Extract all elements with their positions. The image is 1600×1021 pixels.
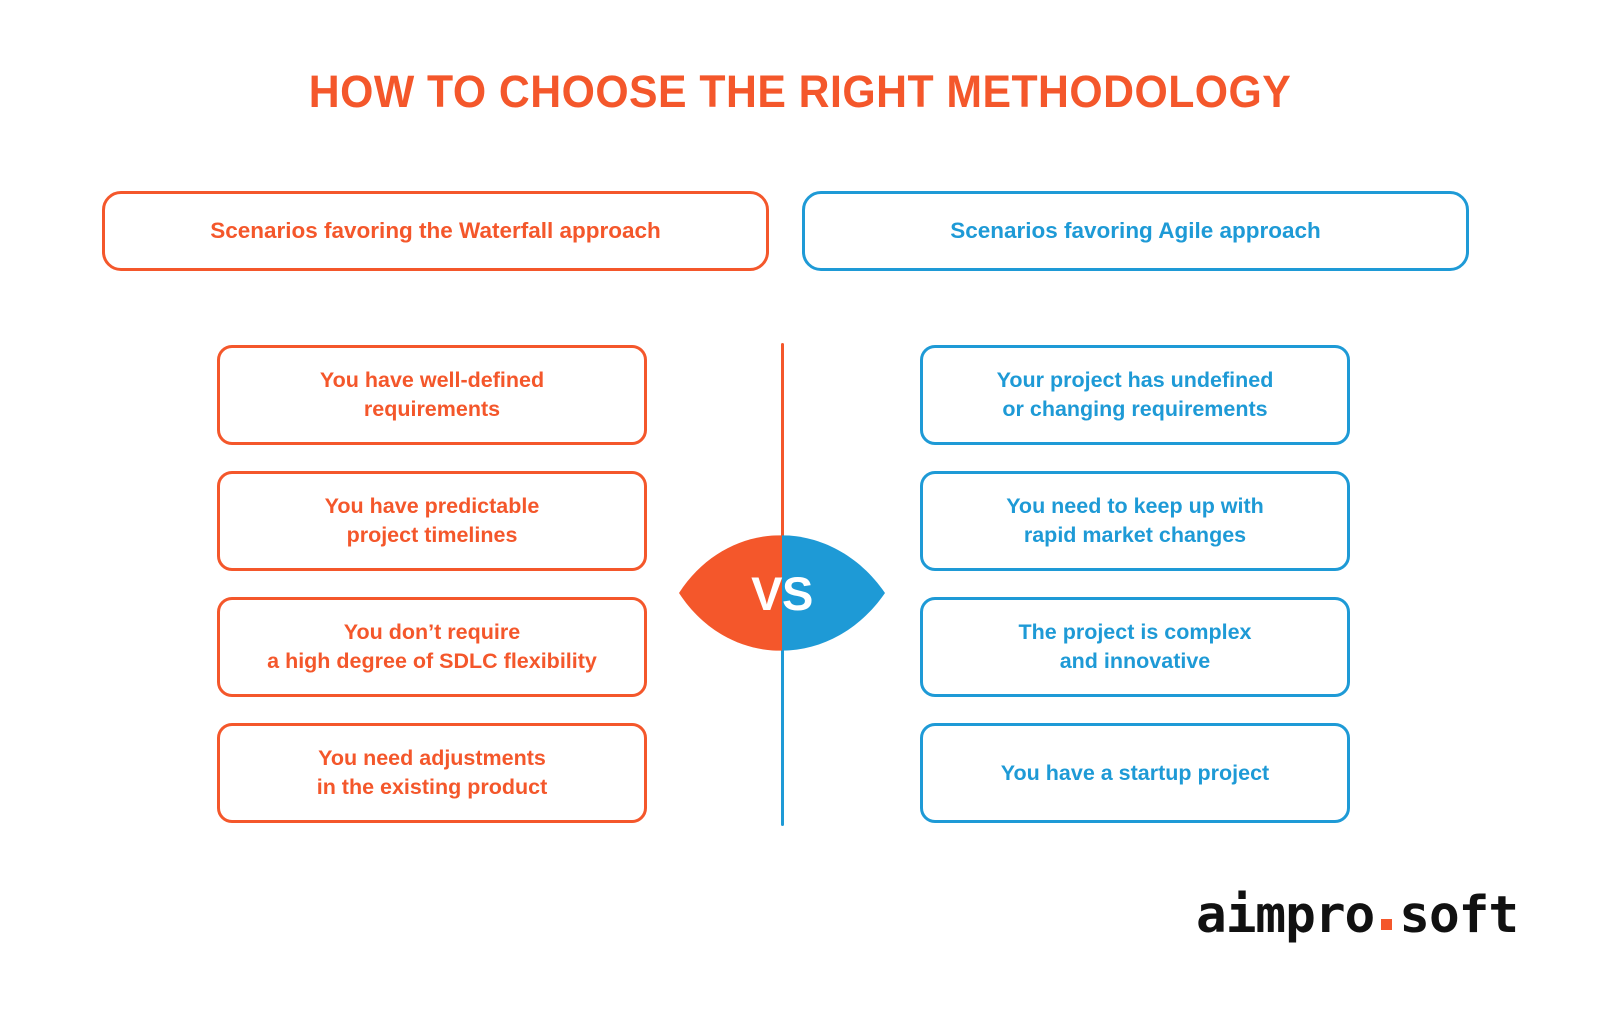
logo-text-second: soft [1399, 886, 1519, 945]
waterfall-card: You don’t require a high degree of SDLC … [217, 597, 647, 697]
column-header-agile-label: Scenarios favoring Agile approach [950, 218, 1321, 243]
logo-text-first: aimpro [1196, 886, 1375, 945]
column-header-agile: Scenarios favoring Agile approach [802, 191, 1469, 271]
waterfall-card-label: You have predictable project timelines [324, 494, 540, 547]
infographic-canvas: HOW TO CHOOSE THE RIGHT METHODOLOGY Scen… [0, 0, 1600, 1021]
waterfall-card: You need adjustments in the existing pro… [217, 723, 647, 823]
waterfall-card-label: You don’t require a high degree of SDLC … [267, 620, 597, 673]
agile-card-label: Your project has undefined or changing r… [996, 368, 1274, 421]
agile-card: The project is complex and innovative [920, 597, 1350, 697]
agile-card-label: The project is complex and innovative [1018, 620, 1252, 673]
column-header-waterfall: Scenarios favoring the Waterfall approac… [102, 191, 769, 271]
logo-dot-icon [1381, 919, 1393, 930]
agile-card-label: You need to keep up with rapid market ch… [1006, 494, 1264, 547]
agile-card: You need to keep up with rapid market ch… [920, 471, 1350, 571]
aimprosoft-logo: aimpro soft [1196, 886, 1519, 945]
waterfall-card: You have predictable project timelines [217, 471, 647, 571]
vs-badge: VS [679, 534, 885, 652]
waterfall-card-label: You need adjustments in the existing pro… [316, 746, 548, 799]
page-title: HOW TO CHOOSE THE RIGHT METHODOLOGY [308, 66, 1292, 117]
agile-card-list: Your project has undefined or changing r… [920, 345, 1350, 823]
column-header-waterfall-label: Scenarios favoring the Waterfall approac… [210, 218, 661, 243]
waterfall-card-list: You have well-defined requirements You h… [217, 345, 647, 823]
agile-card: Your project has undefined or changing r… [920, 345, 1350, 445]
waterfall-card: You have well-defined requirements [217, 345, 647, 445]
waterfall-card-label: You have well-defined requirements [319, 368, 545, 421]
agile-card-label: You have a startup project [1000, 760, 1270, 785]
agile-card: You have a startup project [920, 723, 1350, 823]
vs-badge-label: VS [751, 566, 813, 620]
